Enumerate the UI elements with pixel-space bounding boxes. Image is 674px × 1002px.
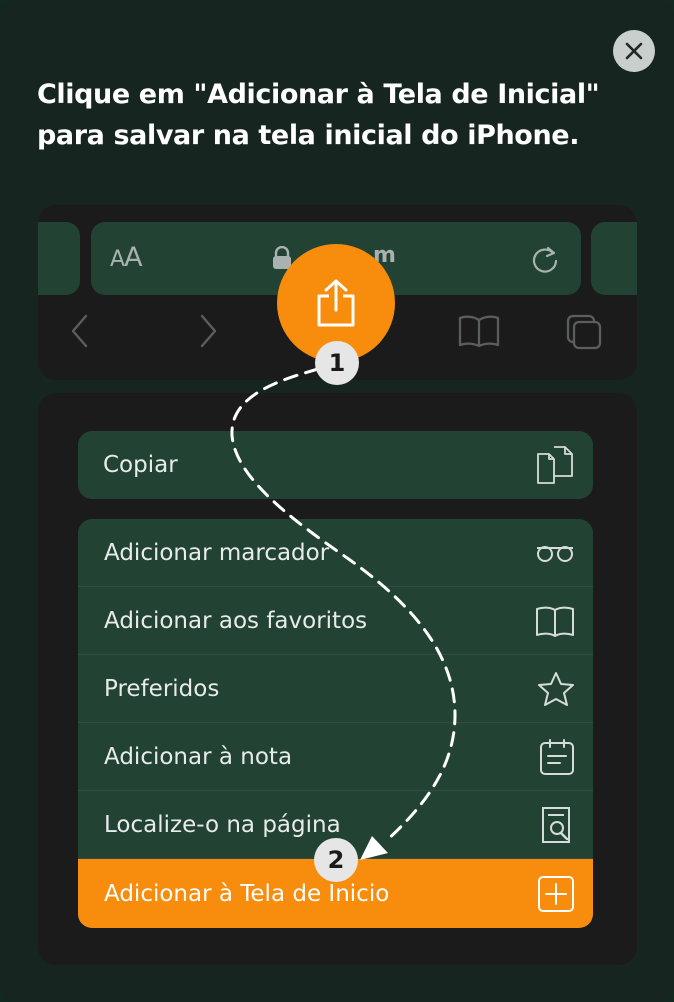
instruction-dialog: Clique em "Adicionar à Tela de Inicial" … (0, 0, 674, 1002)
arrowhead-icon (360, 836, 388, 860)
step-2-badge: 2 (314, 838, 358, 882)
step-1-badge: 1 (315, 341, 359, 385)
